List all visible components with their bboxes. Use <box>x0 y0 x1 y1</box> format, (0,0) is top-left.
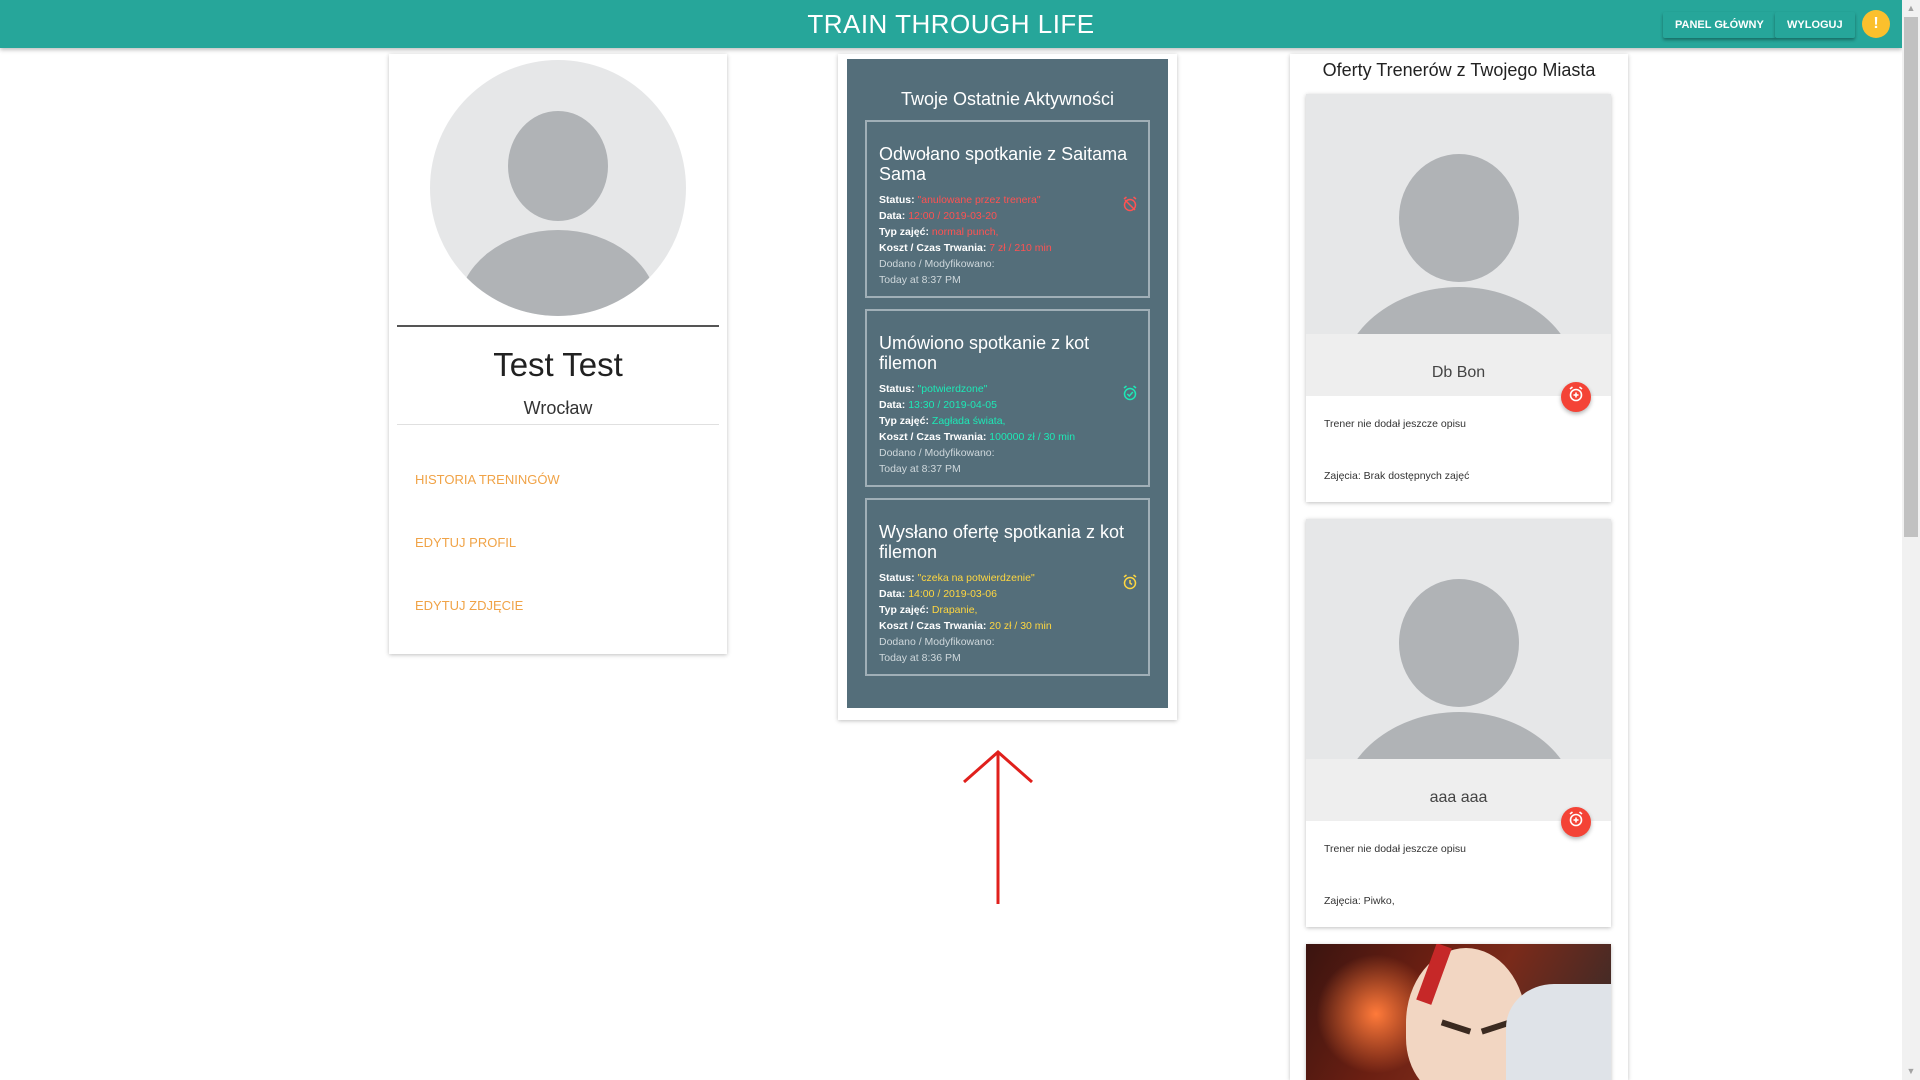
trainer-avatar <box>1306 94 1611 334</box>
modified-value: Today at 8:36 PM <box>879 652 961 664</box>
avatar <box>430 60 686 316</box>
red-arrow-annotation <box>963 749 1033 904</box>
trainer-name: Db Bon <box>1431 364 1486 381</box>
modified-label: Dodano / Modyfikowano: <box>879 258 995 270</box>
status-value: "anulowane przez trenera" <box>917 194 1041 206</box>
cost-label: Koszt / Czas Trwania: <box>879 242 987 254</box>
edit-profile-link[interactable]: EDYTUJ PROFIL <box>415 535 516 550</box>
date-value: 13:30 / 2019-04-05 <box>908 399 997 411</box>
date-value: 14:00 / 2019-03-06 <box>908 588 997 600</box>
book-alarm-button[interactable] <box>1561 807 1591 837</box>
activity-item[interactable]: Odwołano spotkanie z Saitama Sama Status… <box>865 120 1150 298</box>
type-value: Zagłada świata, <box>931 415 1006 427</box>
type-label: Typ zajęć: <box>879 604 929 616</box>
activity-item[interactable]: Umówiono spotkanie z kot filemon Status:… <box>865 309 1150 487</box>
trainer-classes: Zajęcia: Brak dostępnych zajęć <box>1324 470 1470 482</box>
status-label: Status: <box>879 383 915 395</box>
trainer-photo-cloak <box>1506 984 1611 1080</box>
date-value: 12:00 / 2019-03-20 <box>908 210 997 222</box>
trainer-avatar <box>1306 519 1611 759</box>
modified-label: Dodano / Modyfikowano: <box>879 636 995 648</box>
profile-city: Wrocław <box>523 398 593 418</box>
alarm-off-icon <box>1122 196 1138 215</box>
training-history-link[interactable]: HISTORIA TRENINGÓW <box>415 472 560 487</box>
activity-details: Status: "czeka na potwierdzenie" Data: 1… <box>879 570 1052 666</box>
type-label: Typ zajęć: <box>879 415 929 427</box>
date-label: Data: <box>879 210 906 222</box>
scroll-up-arrow-icon[interactable]: ▲ <box>1902 0 1920 17</box>
modified-label: Dodano / Modyfikowano: <box>879 447 995 459</box>
alarm-add-icon <box>1569 386 1583 402</box>
trainer-name: aaa aaa <box>1429 789 1488 806</box>
activity-details: Status: "potwierdzone" Data: 13:30 / 201… <box>879 381 1075 477</box>
top-navbar: TRAIN THROUGH LIFE PANEL GŁÓWNY WYLOGUJ … <box>0 0 1902 48</box>
trainers-title: Oferty Trenerów z Twojego Miasta <box>1322 60 1596 80</box>
logout-button[interactable]: WYLOGUJ <box>1775 12 1855 38</box>
alarm-add-icon <box>1569 811 1583 827</box>
type-value: normal punch, <box>931 226 999 238</box>
date-label: Data: <box>879 399 906 411</box>
status-label: Status: <box>879 194 915 206</box>
modified-value: Today at 8:37 PM <box>879 463 961 475</box>
app-title[interactable]: TRAIN THROUGH LIFE <box>0 0 1902 48</box>
avatar-body-shape <box>1339 712 1579 759</box>
activities-title: Twoje Ostatnie Aktywności <box>900 89 1115 109</box>
activity-item[interactable]: Wysłano ofertę spotkania z kot filemon S… <box>865 498 1150 676</box>
alarm-icon <box>1122 574 1138 593</box>
cost-value: 7 zł / 210 min <box>989 242 1052 254</box>
avatar-divider <box>397 325 719 327</box>
activities-card: Twoje Ostatnie Aktywności Odwołano spotk… <box>838 54 1177 720</box>
scroll-down-arrow-icon[interactable]: ▼ <box>1902 1063 1920 1080</box>
avatar-head-shape <box>508 111 608 221</box>
trainer-card[interactable]: aaa aaa Trener nie dodał jeszcze opisu Z… <box>1306 519 1611 927</box>
avatar-body-shape <box>458 230 658 316</box>
status-label: Status: <box>879 572 915 584</box>
profile-card: Test Test Wrocław HISTORIA TRENINGÓW EDY… <box>389 54 727 654</box>
activity-heading: Umówiono spotkanie z kot filemon <box>879 333 1090 373</box>
cost-value: 20 zł / 30 min <box>989 620 1052 632</box>
book-alarm-button[interactable] <box>1561 382 1591 412</box>
edit-photo-link[interactable]: EDYTUJ ZDJĘCIE <box>415 598 523 613</box>
page-scrollbar[interactable]: ▲ ▼ <box>1902 0 1920 1080</box>
dashboard-button[interactable]: PANEL GŁÓWNY <box>1663 12 1776 38</box>
alarm-check-icon <box>1122 385 1138 404</box>
trainer-card[interactable]: Db Bon Trener nie dodał jeszcze opisu Za… <box>1306 94 1611 502</box>
type-value: Drapanie, <box>931 604 978 616</box>
date-label: Data: <box>879 588 906 600</box>
status-value: "czeka na potwierdzenie" <box>917 572 1035 584</box>
cost-label: Koszt / Czas Trwania: <box>879 431 987 443</box>
info-icon[interactable]: ! <box>1862 10 1890 38</box>
trainer-description: Trener nie dodał jeszcze opisu <box>1324 418 1467 430</box>
activities-panel: Twoje Ostatnie Aktywności Odwołano spotk… <box>847 59 1168 708</box>
modified-value: Today at 8:37 PM <box>879 274 961 286</box>
avatar-head-shape <box>1399 154 1519 282</box>
avatar-body-shape <box>1339 287 1579 334</box>
trainer-description: Trener nie dodał jeszcze opisu <box>1324 843 1467 855</box>
activity-details: Status: "anulowane przez trenera" Data: … <box>879 192 1052 288</box>
cost-label: Koszt / Czas Trwania: <box>879 620 987 632</box>
activity-heading: Odwołano spotkanie z Saitama Sama <box>879 144 1128 184</box>
scrollbar-thumb[interactable] <box>1904 17 1918 537</box>
trainer-photo-card[interactable] <box>1306 944 1611 1080</box>
profile-divider <box>397 424 719 425</box>
trainer-classes: Zajęcia: Piwko, <box>1324 895 1395 907</box>
trainers-card: Oferty Trenerów z Twojego Miasta Db Bon … <box>1290 54 1628 1080</box>
profile-name: Test Test <box>493 346 623 383</box>
avatar-head-shape <box>1399 579 1519 707</box>
type-label: Typ zajęć: <box>879 226 929 238</box>
cost-value: 100000 zł / 30 min <box>989 431 1076 443</box>
status-value: "potwierdzone" <box>917 383 988 395</box>
activity-heading: Wysłano ofertę spotkania z kot filemon <box>879 522 1124 562</box>
